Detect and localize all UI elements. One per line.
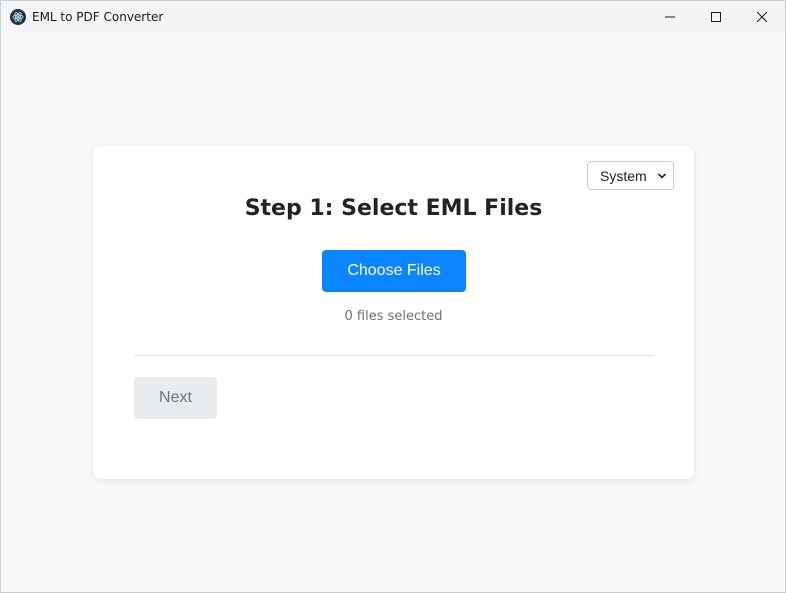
- choose-files-button[interactable]: Choose Files: [322, 250, 466, 292]
- step-heading: Step 1: Select EML Files: [244, 196, 543, 221]
- step-card: System Step 1: Select EML Files Choose F…: [93, 146, 694, 479]
- close-icon: [757, 11, 767, 22]
- divider: [134, 355, 654, 356]
- window-title: EML to PDF Converter: [32, 9, 164, 24]
- window-controls: [647, 1, 785, 32]
- files-selected-count: 0 files selected: [344, 309, 443, 324]
- theme-select[interactable]: System: [587, 161, 674, 190]
- minimize-button[interactable]: [647, 1, 693, 32]
- minimize-icon: [665, 16, 675, 17]
- next-button[interactable]: Next: [134, 377, 217, 419]
- title-bar[interactable]: EML to PDF Converter: [1, 1, 785, 32]
- maximize-button[interactable]: [693, 1, 739, 32]
- theme-select-value: System: [600, 167, 647, 184]
- chevron-down-icon: [657, 173, 667, 179]
- electron-app-icon: [10, 8, 26, 25]
- app-window: EML to PDF Converter System Step 1: Sele…: [0, 0, 786, 593]
- close-button[interactable]: [739, 1, 785, 32]
- maximize-icon: [711, 11, 721, 22]
